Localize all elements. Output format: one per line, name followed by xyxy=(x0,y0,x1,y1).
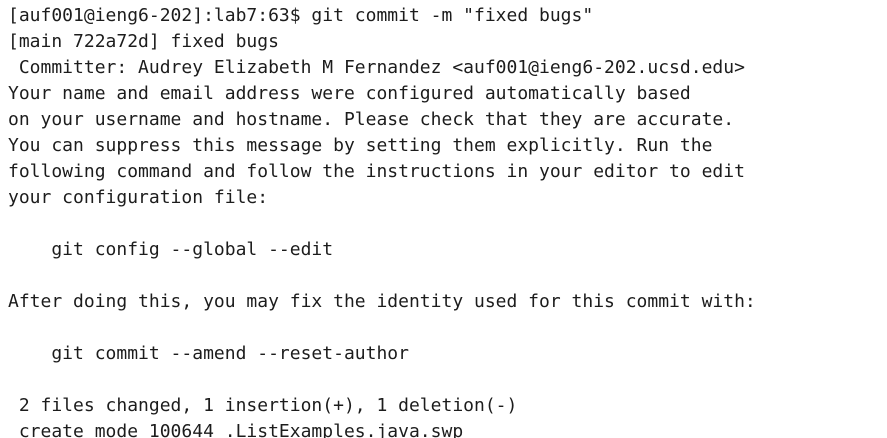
terminal-line-message: following command and follow the instruc… xyxy=(8,161,745,182)
terminal-line-create-mode: create mode 100644 .ListExamples.java.sw… xyxy=(8,421,464,438)
terminal-output[interactable]: [auf001@ieng6-202]:lab7:63$ git commit -… xyxy=(8,3,880,438)
terminal-line-message: your configuration file: xyxy=(8,187,269,208)
terminal-line-message: After doing this, you may fix the identi… xyxy=(8,291,756,312)
terminal-line-prompt-command: [auf001@ieng6-202]:lab7:63$ git commit -… xyxy=(8,5,594,26)
terminal-line-files-changed: 2 files changed, 1 insertion(+), 1 delet… xyxy=(8,395,518,416)
terminal-line-commit-summary: [main 722a72d] fixed bugs xyxy=(8,31,279,52)
terminal-line-message: on your username and hostname. Please ch… xyxy=(8,109,735,130)
terminal-line-message: Your name and email address were configu… xyxy=(8,83,691,104)
terminal-line-amend-command: git commit --amend --reset-author xyxy=(8,343,409,364)
terminal-line-committer: Committer: Audrey Elizabeth M Fernandez … xyxy=(8,57,745,78)
terminal-line-config-command: git config --global --edit xyxy=(8,239,334,260)
terminal-line-message: You can suppress this message by setting… xyxy=(8,135,713,156)
